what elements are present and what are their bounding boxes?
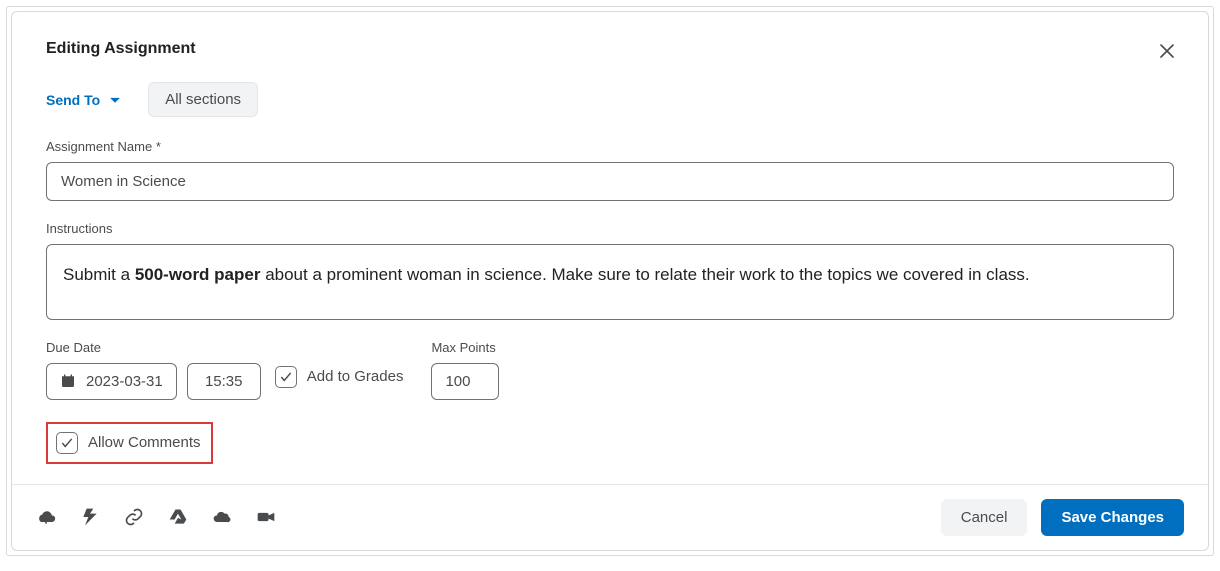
- assignment-name-label: Assignment Name *: [46, 139, 1174, 154]
- instructions-text-bold: 500-word paper: [135, 265, 261, 284]
- cancel-button[interactable]: Cancel: [941, 499, 1028, 536]
- upload-cloud-icon[interactable]: [36, 507, 56, 527]
- chevron-down-icon: [108, 93, 122, 107]
- checkmark-icon: [279, 370, 293, 384]
- quicklink-icon[interactable]: [80, 507, 100, 527]
- add-to-grades-checkbox[interactable]: [275, 366, 297, 388]
- send-to-dropdown[interactable]: Send To: [46, 92, 122, 108]
- instructions-text-suffix: about a prominent woman in science. Make…: [260, 265, 1029, 284]
- google-drive-icon[interactable]: [168, 507, 188, 527]
- max-points-input[interactable]: [431, 363, 499, 400]
- section-chip[interactable]: All sections: [148, 82, 258, 117]
- max-points-label: Max Points: [431, 340, 499, 355]
- video-icon[interactable]: [256, 507, 276, 527]
- save-changes-button[interactable]: Save Changes: [1041, 499, 1184, 536]
- checkmark-icon: [60, 436, 74, 450]
- allow-comments-highlight: Allow Comments: [46, 422, 213, 464]
- modal-title: Editing Assignment: [46, 40, 196, 58]
- assignment-name-input[interactable]: [46, 162, 1174, 201]
- allow-comments-label: Allow Comments: [88, 434, 201, 451]
- instructions-text-prefix: Submit a: [63, 265, 135, 284]
- send-to-label: Send To: [46, 92, 100, 108]
- link-icon[interactable]: [124, 507, 144, 527]
- instructions-label: Instructions: [46, 221, 1174, 236]
- due-time-input[interactable]: 15:35: [187, 363, 261, 400]
- due-date-input[interactable]: 2023-03-31: [46, 363, 177, 400]
- due-date-label: Due Date: [46, 340, 261, 355]
- editing-assignment-modal: Editing Assignment Send To All sections …: [11, 11, 1209, 551]
- onedrive-icon[interactable]: [212, 507, 232, 527]
- instructions-editor[interactable]: Submit a 500-word paper about a prominen…: [46, 244, 1174, 320]
- calendar-icon: [60, 373, 76, 389]
- due-date-value: 2023-03-31: [86, 373, 163, 390]
- close-button[interactable]: [1154, 38, 1180, 67]
- add-to-grades-label: Add to Grades: [307, 368, 404, 385]
- allow-comments-checkbox[interactable]: [56, 432, 78, 454]
- close-icon: [1158, 42, 1176, 60]
